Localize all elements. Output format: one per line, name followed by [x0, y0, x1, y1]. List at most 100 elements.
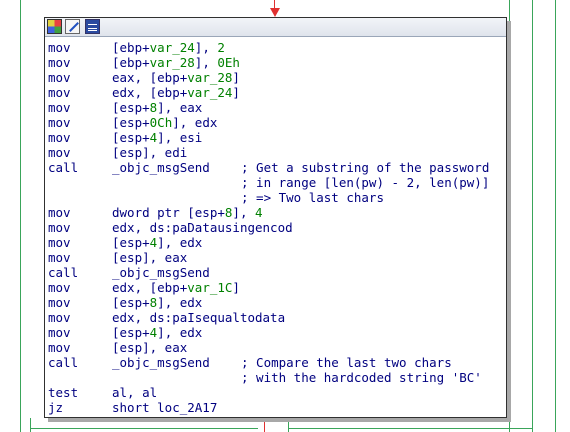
asm-text: ], edx — [157, 325, 203, 340]
asm-line[interactable]: ; with the hardcoded string 'BC' — [48, 370, 503, 385]
color-palette-icon[interactable] — [47, 19, 62, 34]
asm-number: 0Ch — [149, 115, 173, 130]
asm-line[interactable]: mov [ebp+var_24], 2 — [48, 40, 503, 55]
asm-line[interactable]: ; in range [len(pw) - 2, len(pw)] — [48, 175, 503, 190]
asm-line[interactable]: call _objc_msgSend ; Get a substring of th… — [48, 160, 503, 175]
disassembly-listing[interactable]: mov [ebp+var_24], 2 mov [ebp+var_28], 0Eh mo… — [48, 40, 503, 415]
asm-comment: ; in range [len(pw) - 2, len(pw)] — [241, 175, 490, 190]
graph-edge-right-mid — [532, 0, 533, 432]
asm-mnemonic: mov — [48, 340, 71, 355]
asm-line[interactable]: call _objc_msgSend — [48, 265, 503, 280]
asm-operands: [esp], eax — [112, 250, 187, 265]
asm-text: [esp+ — [112, 100, 150, 115]
graph-edge-true-branch — [288, 418, 289, 432]
asm-line[interactable]: mov [esp+8], eax — [48, 100, 503, 115]
asm-line[interactable]: jz short loc_2A17 — [48, 400, 503, 415]
asm-line[interactable]: mov eax, [ebp+var_28] — [48, 70, 503, 85]
asm-variable[interactable]: var_24 — [150, 40, 195, 55]
asm-operands: [esp+4], edx — [112, 325, 202, 340]
asm-line[interactable]: mov [esp+4], edx — [48, 235, 503, 250]
asm-text: ], — [194, 40, 218, 55]
asm-line[interactable]: mov dword ptr [esp+8], 4 — [48, 205, 503, 220]
basic-block-node[interactable]: mov [ebp+var_24], 2 mov [ebp+var_28], 0Eh mo… — [44, 17, 507, 418]
asm-operands: short loc_2A17 — [112, 400, 217, 415]
asm-operands: [ebp+var_28], 0Eh — [112, 55, 240, 70]
asm-operands: edx, [ebp+var_1C] — [112, 280, 240, 295]
asm-mnemonic: jz — [48, 400, 64, 415]
asm-operands: _objc_msgSend — [112, 160, 210, 175]
asm-mnemonic: mov — [48, 325, 71, 340]
asm-line[interactable]: call _objc_msgSend ; Compare the last two … — [48, 355, 503, 370]
asm-operands: edx, ds:paDatausingencod — [112, 220, 293, 235]
asm-mnemonic: call — [48, 265, 79, 280]
asm-text: ], — [232, 205, 255, 220]
asm-number: 0Eh — [217, 55, 240, 70]
asm-line[interactable]: mov edx, [ebp+var_24] — [48, 85, 503, 100]
asm-mnemonic: test — [48, 385, 79, 400]
asm-text: eax, [ebp+ — [112, 70, 188, 85]
asm-operands: [esp], edi — [112, 145, 187, 160]
asm-operands: dword ptr [esp+8], 4 — [112, 205, 263, 220]
asm-mnemonic: mov — [48, 100, 71, 115]
asm-text: _objc_msgSend — [112, 160, 210, 175]
asm-text: [ebp+ — [112, 40, 150, 55]
asm-text: [ebp+ — [112, 55, 150, 70]
asm-line[interactable]: mov [esp+4], edx — [48, 325, 503, 340]
asm-variable[interactable]: var_28 — [150, 55, 195, 70]
asm-text: ], eax — [157, 100, 203, 115]
asm-line[interactable]: test al, al — [48, 385, 503, 400]
asm-text: ], esi — [157, 130, 203, 145]
asm-operands: _objc_msgSend — [112, 355, 210, 370]
asm-line[interactable]: mov [ebp+var_28], 0Eh — [48, 55, 503, 70]
asm-variable[interactable]: var_28 — [187, 70, 232, 85]
asm-text: edx, [ebp+ — [112, 85, 188, 100]
asm-operands: _objc_msgSend — [112, 265, 210, 280]
asm-operands: [esp+4], edx — [112, 235, 202, 250]
asm-line[interactable]: mov [esp], edi — [48, 145, 503, 160]
asm-mnemonic: mov — [48, 55, 71, 70]
asm-operands: [esp+8], eax — [112, 100, 202, 115]
asm-text: [esp+ — [112, 295, 150, 310]
asm-line[interactable]: mov [esp], eax — [48, 250, 503, 265]
asm-operands: edx, ds:paIsequaltodata — [112, 310, 285, 325]
asm-text: ], edx — [157, 295, 203, 310]
asm-line[interactable]: mov edx, ds:paIsequaltodata — [48, 310, 503, 325]
graph-edge-bottom-left — [30, 418, 31, 432]
asm-text: ] — [232, 70, 240, 85]
asm-operands: al, al — [112, 385, 157, 400]
asm-line[interactable]: mov [esp+0Ch], edx — [48, 115, 503, 130]
graph-edge-false-branch — [264, 418, 265, 432]
asm-mnemonic: mov — [48, 40, 71, 55]
asm-mnemonic: mov — [48, 115, 71, 130]
asm-mnemonic: mov — [48, 130, 71, 145]
graph-edge-bottom-h1 — [30, 428, 258, 429]
edit-pencil-icon[interactable] — [65, 19, 80, 34]
asm-line[interactable]: mov [esp+4], esi — [48, 130, 503, 145]
asm-variable[interactable]: var_24 — [187, 85, 232, 100]
asm-mnemonic: call — [48, 160, 79, 175]
asm-line[interactable]: mov [esp], eax — [48, 340, 503, 355]
node-header[interactable] — [45, 18, 506, 37]
asm-operands: [esp+4], esi — [112, 130, 202, 145]
asm-text: al, al — [112, 385, 158, 400]
asm-text: ], edx — [172, 115, 218, 130]
asm-text: [esp], eax — [112, 340, 188, 355]
asm-text: edx, [ebp+ — [112, 280, 188, 295]
asm-mnemonic: mov — [48, 295, 71, 310]
asm-text: _objc_msgSend — [112, 355, 210, 370]
asm-line[interactable]: mov [esp+8], edx — [48, 295, 503, 310]
graph-edge-bottom-h2 — [288, 428, 532, 429]
asm-text: [esp+ — [112, 115, 150, 130]
list-view-icon[interactable] — [85, 19, 100, 34]
asm-line[interactable]: mov edx, ds:paDatausingencod — [48, 220, 503, 235]
asm-line[interactable]: mov edx, [ebp+var_1C] — [48, 280, 503, 295]
graph-edge-bottom-right — [532, 418, 533, 432]
asm-text: [esp+ — [112, 235, 150, 250]
asm-text: short loc_2A17 — [112, 400, 218, 415]
asm-mnemonic: mov — [48, 70, 71, 85]
asm-variable[interactable]: var_1C — [187, 280, 232, 295]
asm-text: edx, ds: — [112, 310, 173, 325]
asm-number: 4 — [255, 205, 263, 220]
asm-text: [esp], edi — [112, 145, 188, 160]
asm-line[interactable]: ; => Two last chars — [48, 190, 503, 205]
